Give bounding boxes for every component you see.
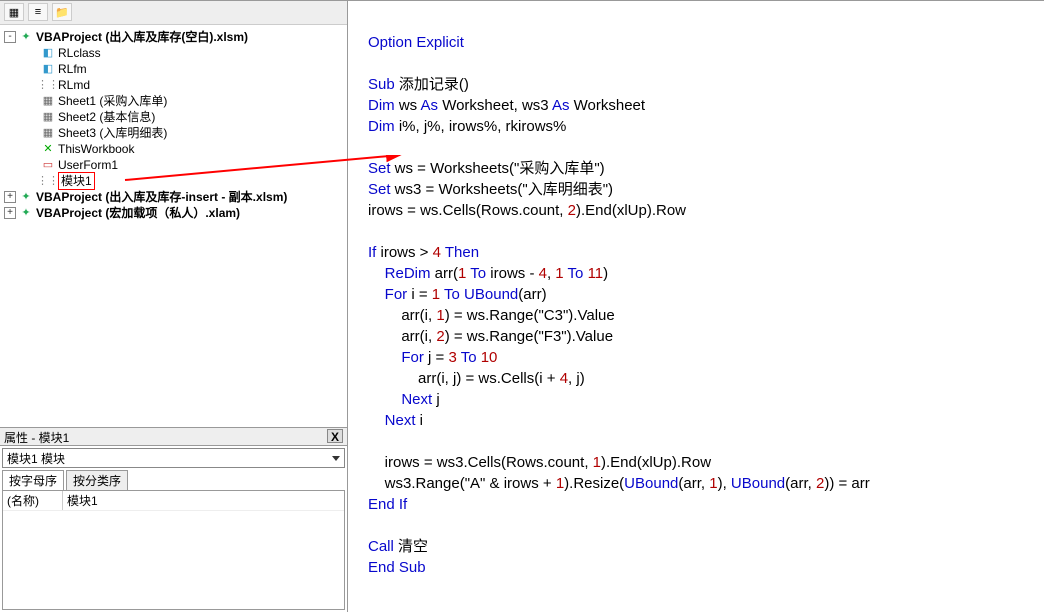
tree-item-rlfm[interactable]: ◧RLfm <box>0 61 347 77</box>
tree-item-sheet3[interactable]: ▦Sheet3 (入库明细表) <box>0 125 347 141</box>
project-node-2[interactable]: +✦VBAProject (出入库及库存-insert - 副本.xlsm) <box>0 189 347 205</box>
tab-alphabetic[interactable]: 按字母序 <box>2 470 64 490</box>
sheet-icon: ▦ <box>40 94 56 108</box>
sheet-icon: ▦ <box>40 110 56 124</box>
toggle-folders-button[interactable]: 📁 <box>52 3 72 21</box>
project-node-3[interactable]: +✦VBAProject (宏加载项（私人）.xlam) <box>0 205 347 221</box>
tree-item-sheet1[interactable]: ▦Sheet1 (采购入库单) <box>0 93 347 109</box>
object-selector[interactable]: 模块1 模块 <box>2 448 345 468</box>
properties-title: 属性 - 模块1 <box>4 429 69 444</box>
project-tree[interactable]: -✦VBAProject (出入库及库存(空白).xlsm) ◧RLclass … <box>0 25 347 428</box>
form-icon: ▭ <box>40 158 56 172</box>
sheet-icon: ▦ <box>40 126 56 140</box>
collapse-icon[interactable]: - <box>4 31 16 43</box>
expand-icon[interactable]: + <box>4 207 16 219</box>
explorer-toolbar: ▦ ≡ 📁 <box>0 1 347 25</box>
code-editor[interactable]: Option Explicit Sub 添加记录() Dim ws As Wor… <box>348 1 1044 612</box>
class-icon: ◧ <box>40 46 56 60</box>
view-object-button[interactable]: ≡ <box>28 3 48 21</box>
tree-item-module1[interactable]: ⋮⋮模块1 <box>0 173 347 189</box>
tree-item-userform1[interactable]: ▭UserForm1 <box>0 157 347 173</box>
chevron-down-icon <box>332 456 340 461</box>
tab-categorized[interactable]: 按分类序 <box>66 470 128 490</box>
property-key: (名称) <box>3 491 63 510</box>
project-explorer: ▦ ≡ 📁 -✦VBAProject (出入库及库存(空白).xlsm) ◧RL… <box>0 1 348 612</box>
tree-item-thisworkbook[interactable]: ✕ThisWorkbook <box>0 141 347 157</box>
expand-icon[interactable]: + <box>4 191 16 203</box>
tree-item-rlclass[interactable]: ◧RLclass <box>0 45 347 61</box>
module-icon: ⋮⋮ <box>40 78 56 92</box>
property-value[interactable]: 模块1 <box>63 491 344 510</box>
property-row[interactable]: (名称) 模块1 <box>3 491 344 511</box>
view-code-button[interactable]: ▦ <box>4 3 24 21</box>
module-icon: ⋮⋮ <box>40 174 56 188</box>
project-icon: ✦ <box>18 30 34 44</box>
tree-item-rlmd[interactable]: ⋮⋮RLmd <box>0 77 347 93</box>
class-icon: ◧ <box>40 62 56 76</box>
properties-header: 属性 - 模块1 X <box>0 428 347 446</box>
workbook-icon: ✕ <box>40 142 56 156</box>
project-node-1[interactable]: -✦VBAProject (出入库及库存(空白).xlsm) <box>0 29 347 45</box>
project-icon: ✦ <box>18 206 34 220</box>
project-icon: ✦ <box>18 190 34 204</box>
object-selector-label: 模块1 模块 <box>7 450 65 467</box>
properties-grid[interactable]: (名称) 模块1 <box>2 490 345 610</box>
tree-item-sheet2[interactable]: ▦Sheet2 (基本信息) <box>0 109 347 125</box>
properties-tabs: 按字母序 按分类序 <box>0 470 347 490</box>
close-icon[interactable]: X <box>327 429 343 443</box>
